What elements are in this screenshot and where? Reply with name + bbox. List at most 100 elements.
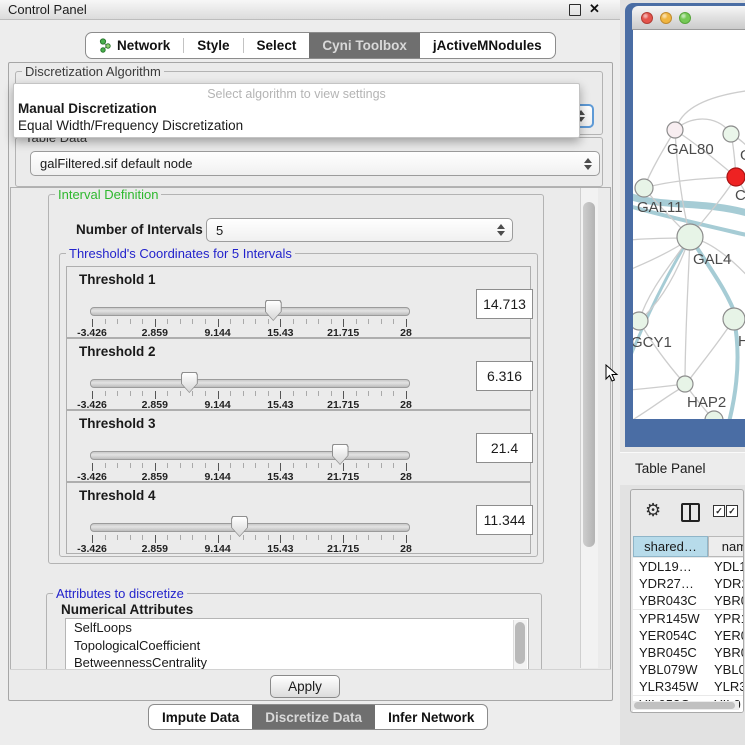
- slider-tick: [105, 319, 106, 324]
- slider-handle[interactable]: [332, 444, 349, 465]
- tab-style[interactable]: Style: [184, 33, 242, 58]
- table-row[interactable]: YER054CYER0: [633, 627, 744, 644]
- dropdown-option[interactable]: Equal Width/Frequency Discretization: [17, 118, 566, 134]
- table-cell[interactable]: YLR345W: [633, 678, 708, 695]
- network-edge[interactable]: [633, 386, 685, 419]
- slider-tick: [255, 535, 256, 540]
- network-edge[interactable]: [644, 177, 736, 188]
- slider-track[interactable]: [90, 523, 410, 532]
- table-row[interactable]: YBR043CYBR0: [633, 592, 744, 609]
- float-icon[interactable]: [569, 4, 581, 16]
- scrollbar-thumb[interactable]: [634, 702, 735, 709]
- network-node-gal11[interactable]: [635, 179, 653, 197]
- network-node-g[interactable]: [723, 126, 739, 142]
- threshold-value-field[interactable]: 14.713: [476, 289, 533, 319]
- column-header[interactable]: shared…: [633, 536, 708, 557]
- table-cell[interactable]: YDL1: [708, 558, 744, 575]
- network-node-hap2[interactable]: [677, 376, 693, 392]
- num-intervals-combobox[interactable]: 5: [206, 218, 513, 242]
- table-horizontal-scrollbar[interactable]: [633, 701, 739, 710]
- column-header[interactable]: name: [708, 536, 744, 557]
- columns-icon[interactable]: [681, 503, 700, 522]
- table-row[interactable]: YLR345WYLR3: [633, 678, 744, 695]
- node-label: C: [735, 187, 745, 204]
- network-node-c[interactable]: [727, 168, 745, 186]
- tab-impute-data[interactable]: Impute Data: [149, 705, 252, 729]
- slider-tick: [130, 535, 131, 540]
- table-cell[interactable]: YPR1: [708, 610, 744, 627]
- table-row[interactable]: YDL19…YDL1: [633, 558, 744, 575]
- network-edge[interactable]: [644, 130, 675, 188]
- tab-cyni-toolbox[interactable]: Cyni Toolbox: [309, 33, 420, 58]
- slider-track[interactable]: [90, 379, 410, 388]
- network-canvas[interactable]: GAL80GCGAL11GAL4GCY1HHAP2: [633, 30, 745, 419]
- slider-track[interactable]: [90, 451, 410, 460]
- table-cell[interactable]: YLR3: [708, 678, 744, 695]
- slider-handle-face: [266, 301, 281, 320]
- table-row[interactable]: YPR145WYPR1: [633, 610, 744, 627]
- network-edge[interactable]: [639, 321, 685, 384]
- table-row[interactable]: YDR27…YDR2: [633, 575, 744, 592]
- table-cell[interactable]: YER0: [708, 627, 744, 644]
- attribute-item[interactable]: SelfLoops: [66, 619, 528, 637]
- threshold-value-field[interactable]: 21.4: [476, 433, 533, 463]
- checkbox-icon[interactable]: ✓: [726, 505, 738, 517]
- close-traffic-light[interactable]: [641, 12, 653, 24]
- table-cell[interactable]: YBR0: [708, 644, 744, 661]
- apply-button[interactable]: Apply: [270, 675, 340, 698]
- group-legend: Discretization Algorithm: [22, 64, 164, 79]
- network-edge-highlighted[interactable]: [690, 237, 737, 319]
- slider-track[interactable]: [90, 307, 410, 316]
- scrollbar-thumb[interactable]: [515, 622, 525, 664]
- table-row[interactable]: YBL079WYBL0: [633, 661, 744, 678]
- table-data-combobox[interactable]: galFiltered.sif default node: [30, 151, 600, 176]
- table-cell[interactable]: YBL0: [708, 661, 744, 678]
- dropdown-option[interactable]: Manual Discretization: [17, 101, 566, 117]
- table-cell[interactable]: YDL19…: [633, 558, 708, 575]
- attribute-item[interactable]: TopologicalCoefficient: [66, 637, 528, 655]
- slider-handle[interactable]: [181, 372, 198, 393]
- tab-infer-network[interactable]: Infer Network: [375, 705, 487, 729]
- network-edge[interactable]: [685, 237, 690, 384]
- table-panel-titlebar: Table Panel: [620, 452, 745, 485]
- slider-tick: [230, 391, 231, 396]
- network-node-gal80[interactable]: [667, 122, 683, 138]
- network-window-titlebar[interactable]: [632, 6, 745, 30]
- tab-select[interactable]: Select: [244, 33, 310, 58]
- panel-vertical-scrollbar[interactable]: [580, 188, 598, 668]
- table-cell[interactable]: YDR2: [708, 575, 744, 592]
- network-node-gal4[interactable]: [677, 224, 703, 250]
- gear-icon[interactable]: ⚙: [645, 500, 661, 521]
- slider-tick: [218, 535, 219, 543]
- table-row[interactable]: YBR045CYBR0: [633, 644, 744, 661]
- network-node-h[interactable]: [723, 308, 745, 330]
- threshold-value-field[interactable]: 11.344: [476, 505, 533, 535]
- slider-tick: [268, 535, 269, 540]
- slider-handle[interactable]: [265, 300, 282, 321]
- table-cell[interactable]: YDR27…: [633, 575, 708, 592]
- threshold-value-field[interactable]: 6.316: [476, 361, 533, 391]
- slider-tick: [368, 463, 369, 468]
- tab-network[interactable]: Network: [86, 33, 183, 58]
- table-cell[interactable]: YBR0: [708, 592, 744, 609]
- tab-jactivemnodules[interactable]: jActiveMNodules: [420, 33, 555, 58]
- zoom-traffic-light[interactable]: [679, 12, 691, 24]
- slider-handle-face: [333, 445, 348, 464]
- attributes-scrollbar[interactable]: [513, 620, 527, 671]
- table-cell[interactable]: YER054C: [633, 627, 708, 644]
- slider-tick-label: 9.144: [188, 543, 248, 555]
- network-node-gcy1[interactable]: [633, 312, 648, 330]
- scrollbar-thumb[interactable]: [583, 202, 595, 547]
- attributes-listbox[interactable]: SelfLoopsTopologicalCoefficientBetweenne…: [65, 618, 529, 671]
- table-cell[interactable]: YPR145W: [633, 610, 708, 627]
- table-cell[interactable]: YBR043C: [633, 592, 708, 609]
- table-cell[interactable]: YBR045C: [633, 644, 708, 661]
- slider-handle[interactable]: [231, 516, 248, 537]
- checkbox-icon[interactable]: ✓: [713, 505, 725, 517]
- table-cell[interactable]: YBL079W: [633, 661, 708, 678]
- tab-discretize-data[interactable]: Discretize Data: [252, 705, 375, 729]
- network-edge-highlighted[interactable]: [729, 319, 738, 419]
- table-panel: ⚙ ✓ ✓ shared…name YDL19…YDL1YDR27…YDR2YB…: [630, 489, 744, 713]
- close-icon[interactable]: ✕: [589, 1, 600, 17]
- minimize-traffic-light[interactable]: [660, 12, 672, 24]
